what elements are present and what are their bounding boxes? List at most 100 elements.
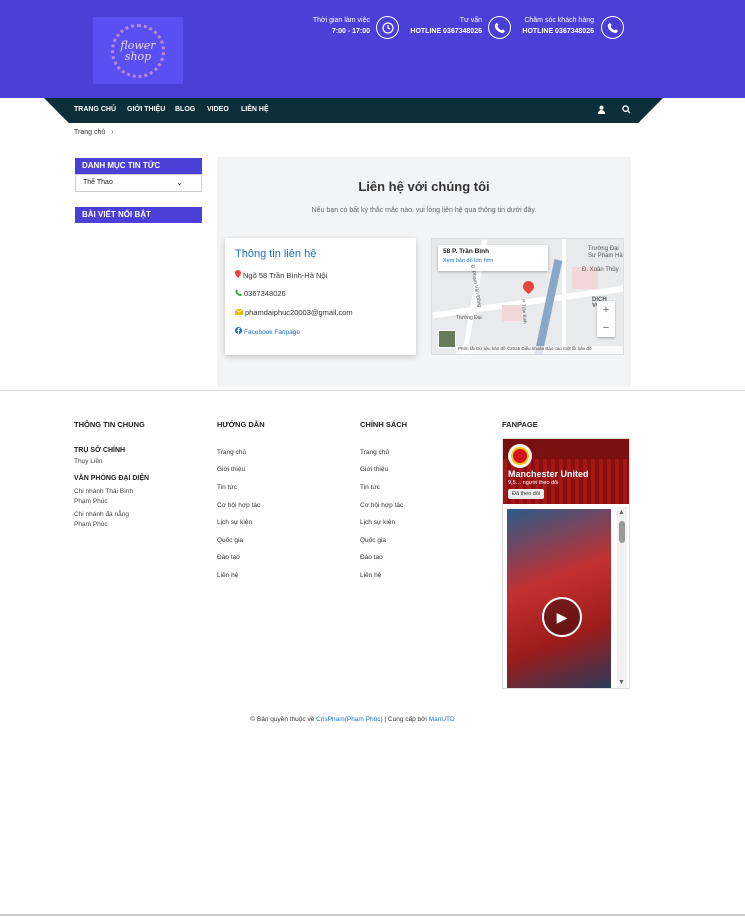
breadcrumb: Trang chủ › — [74, 129, 114, 136]
nav-item-about[interactable]: GIỚI THIỆU — [127, 106, 165, 113]
phone-icon — [235, 289, 242, 298]
contact-phone[interactable]: 0367348026 — [235, 289, 286, 298]
scroll-down-icon[interactable]: ▼ — [618, 679, 625, 686]
site-header: flower shop Thời gian làm việc 7:00 - 17… — [0, 0, 745, 98]
footer-guide-link[interactable]: Đào tạo — [217, 554, 240, 561]
phone-icon — [488, 16, 511, 39]
mail-icon — [234, 308, 244, 317]
footer-policy-link[interactable]: Tin tức — [360, 484, 380, 491]
facebook-page-embed[interactable]: Manchester United 9,5… người theo dõi Đã… — [502, 438, 630, 689]
nav-item-home[interactable]: TRANG CHỦ — [74, 106, 116, 113]
logo[interactable]: flower shop — [93, 17, 183, 84]
copyright-middle: | Cung cấp bởi — [382, 716, 429, 723]
map-label: Trường Đại — [456, 315, 482, 321]
footer-guide-link[interactable]: Liên hệ — [217, 572, 238, 579]
contact-facebook-link[interactable]: Facebook Fanpage — [235, 327, 300, 336]
footer-policy-link[interactable]: Trang chủ — [360, 449, 389, 456]
footer-policy-link[interactable]: Quốc gia — [360, 537, 386, 544]
footer-policy-link[interactable]: Giới thiệu — [360, 466, 388, 473]
chevron-down-icon: ⌄ — [176, 178, 183, 187]
logo-text: flower shop — [120, 38, 156, 63]
map-label: Trường Đại Sư Phạm Hà — [588, 246, 623, 259]
working-hours-label: Thời gian làm việc — [312, 17, 370, 24]
fanpage-name[interactable]: Manchester United — [508, 469, 589, 479]
map-zoom-control: + − — [597, 301, 615, 337]
nav-item-blog[interactable]: BLOG — [175, 106, 195, 113]
contact-card-title: Thông tin liên hệ — [235, 248, 317, 260]
scrollbar-thumb[interactable] — [619, 521, 625, 543]
map-pin-icon[interactable] — [520, 278, 537, 295]
footer-branch-2: Chi nhánh đà nẵng — [74, 511, 129, 518]
logo-wreath: flower shop — [111, 23, 165, 78]
map-highway — [533, 259, 563, 354]
footer-policy-link[interactable]: Đào tạo — [360, 554, 383, 561]
consult-info: Tư vấn HOTLINE 0367348026 — [410, 17, 482, 35]
map-area — [502, 305, 522, 321]
fanpage-video[interactable]: ▶ — [507, 509, 611, 688]
news-category-selected: Thể Thao — [83, 179, 113, 186]
clock-icon — [376, 16, 399, 39]
map-info-box: 58 P. Trần Bình Xem bản đồ lớn hơn — [438, 245, 548, 271]
footer-fanpage: FANPAGE — [502, 420, 538, 429]
footer-general-title: THÔNG TIN CHUNG — [74, 420, 145, 429]
contact-email[interactable]: phamdaiphuc20003@gmail.com — [234, 308, 353, 317]
footer-policy: CHÍNH SÁCH — [360, 420, 407, 429]
consult-label: Tư vấn — [459, 17, 482, 24]
footer-policy-link[interactable]: Cơ hội hợp tác — [360, 502, 403, 509]
map-label: Đ. Xuân Thủy — [582, 267, 619, 273]
footer-guide: HƯỚNG DẪN — [217, 420, 265, 429]
chevron-right-icon: › — [111, 129, 114, 136]
footer-branch-1-person: Phạm Phúc — [74, 498, 108, 505]
satellite-toggle[interactable] — [438, 330, 456, 348]
nav-item-video[interactable]: VIDEO — [207, 106, 229, 113]
footer-guide-link[interactable]: Trang chủ — [217, 449, 246, 456]
footer-policy-link[interactable]: Lịch sự kiện — [360, 519, 395, 526]
fanpage-scrollbar[interactable]: ▲ ▼ — [617, 507, 627, 688]
footer-guide-link[interactable]: Giới thiệu — [217, 466, 245, 473]
search-icon[interactable] — [622, 105, 631, 116]
contact-facebook-text: Facebook Fanpage — [244, 329, 301, 336]
map-footer: Phím tắt Dữ liệu bản đồ ©2025 Điều khoản… — [456, 346, 623, 354]
footer-guide-link[interactable]: Cơ hội hợp tác — [217, 502, 260, 509]
google-map[interactable]: 58 P. Trần Bình Xem bản đồ lớn hơn Trườn… — [431, 238, 624, 355]
copyright-provider-link[interactable]: ManUTD — [429, 716, 455, 723]
user-icon[interactable] — [597, 105, 606, 116]
working-hours-value: 7:00 - 17:00 — [331, 28, 370, 35]
featured-posts-widget: BÀI VIẾT NỔI BẬT — [75, 207, 202, 223]
support-label: Chăm sóc khách hàng — [524, 17, 594, 24]
support-hotline[interactable]: HOTLINE 0367348026 — [522, 28, 594, 35]
footer-guide-title: HƯỚNG DẪN — [217, 420, 265, 429]
copyright-author-link[interactable]: CrisPham(Phạm Phúc) — [316, 716, 382, 723]
contact-info-card: Thông tin liên hệ Ngõ 58 Trần Bình-Hà Nộ… — [225, 238, 416, 355]
copyright-prefix: © Bản quyền thuộc về — [250, 716, 317, 723]
phone-icon — [601, 16, 624, 39]
facebook-icon — [235, 327, 242, 336]
contact-subtitle: Nếu bạn có bất kỳ thắc mắc nào, vui lòng… — [311, 207, 537, 214]
footer-fanpage-title: FANPAGE — [502, 420, 538, 429]
news-category-widget: DANH MỤC TIN TỨC Thể Thao ⌄ — [75, 158, 202, 192]
consult-hotline[interactable]: HOTLINE 0367348026 — [410, 28, 482, 35]
support-info: Chăm sóc khách hàng HOTLINE 0367348026 — [522, 17, 594, 35]
follow-button[interactable]: Đã theo dõi — [508, 489, 545, 499]
scroll-up-icon[interactable]: ▲ — [618, 509, 625, 516]
map-road — [562, 239, 566, 354]
news-category-select[interactable]: Thể Thao ⌄ — [75, 174, 202, 192]
main-nav: TRANG CHỦ GIỚI THIỆU BLOG VIDEO LIÊN HỆ — [44, 98, 663, 123]
footer-guide-link[interactable]: Quốc gia — [217, 537, 243, 544]
play-icon[interactable]: ▶ — [542, 597, 582, 637]
footer-policy-link[interactable]: Liên hệ — [360, 572, 381, 579]
contact-address: Ngõ 58 Trần Bình-Hà Nội — [235, 270, 327, 280]
zoom-out-button[interactable]: − — [597, 319, 615, 337]
zoom-in-button[interactable]: + — [597, 301, 615, 319]
footer-guide-link[interactable]: Tin tức — [217, 484, 237, 491]
map-larger-link[interactable]: Xem bản đồ lớn hơn — [443, 258, 543, 264]
news-category-title: DANH MỤC TIN TỨC — [75, 158, 202, 174]
footer-policy-title: CHÍNH SÁCH — [360, 420, 408, 429]
copyright: © Bản quyền thuộc về CrisPham(Phạm Phúc)… — [0, 716, 705, 723]
footer-divider — [0, 390, 745, 391]
footer-guide-link[interactable]: Lịch sự kiện — [217, 519, 252, 526]
fanpage-followers: 9,5… người theo dõi — [508, 480, 559, 486]
footer-hq-title: TRỤ SỞ CHÍNH — [74, 447, 126, 454]
nav-item-contact[interactable]: LIÊN HỆ — [241, 106, 269, 113]
breadcrumb-home[interactable]: Trang chủ — [74, 129, 105, 136]
